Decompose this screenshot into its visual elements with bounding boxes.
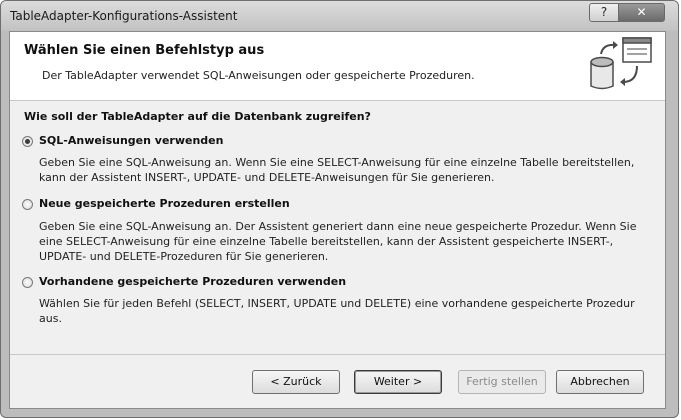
close-button[interactable]: ✕ xyxy=(618,3,665,22)
radio-sql-statements[interactable] xyxy=(22,135,33,147)
window-title: TableAdapter-Konfigurations-Assistent xyxy=(10,9,238,23)
database-sync-icon xyxy=(590,37,652,90)
next-button[interactable]: Weiter > xyxy=(354,370,442,394)
page-title: Wählen Sie einen Befehlstyp aus xyxy=(24,43,265,58)
option-label: Vorhandene gespeicherte Prozeduren verwe… xyxy=(39,275,347,288)
back-button[interactable]: < Zurück xyxy=(252,370,340,394)
page-subtitle: Der TableAdapter verwendet SQL-Anweisung… xyxy=(42,69,475,82)
wizard-client-area: Wählen Sie einen Befehlstyp aus Der Tabl… xyxy=(9,31,666,409)
option-new-stored-procedures[interactable]: Neue gespeicherte Prozeduren erstellen xyxy=(22,197,290,210)
help-button[interactable]: ? xyxy=(589,3,619,22)
option-label: Neue gespeicherte Prozeduren erstellen xyxy=(39,197,290,210)
option-description: Wählen Sie für jeden Befehl (SELECT, INS… xyxy=(39,297,635,325)
wizard-header: Wählen Sie einen Befehlstyp aus Der Tabl… xyxy=(10,32,665,101)
footer-divider xyxy=(10,354,665,355)
finish-button[interactable]: Fertig stellen xyxy=(458,370,546,394)
option-sql-statements[interactable]: SQL-Anweisungen verwenden xyxy=(22,134,223,147)
radio-new-stored-procedures[interactable] xyxy=(22,198,33,210)
option-label: SQL-Anweisungen verwenden xyxy=(39,134,224,147)
option-existing-stored-procedures[interactable]: Vorhandene gespeicherte Prozeduren verwe… xyxy=(22,275,346,288)
wizard-window: TableAdapter-Konfigurations-Assistent ? … xyxy=(0,0,679,418)
cancel-button[interactable]: Abbrechen xyxy=(556,370,644,394)
option-description: Geben Sie eine SQL-Anweisung an. Wenn Si… xyxy=(39,156,635,184)
option-description: Geben Sie eine SQL-Anweisung an. Der Ass… xyxy=(39,220,637,263)
title-bar[interactable]: TableAdapter-Konfigurations-Assistent ? … xyxy=(1,1,678,31)
access-question: Wie soll der TableAdapter auf die Datenb… xyxy=(24,110,371,123)
radio-existing-stored-procedures[interactable] xyxy=(22,276,33,288)
